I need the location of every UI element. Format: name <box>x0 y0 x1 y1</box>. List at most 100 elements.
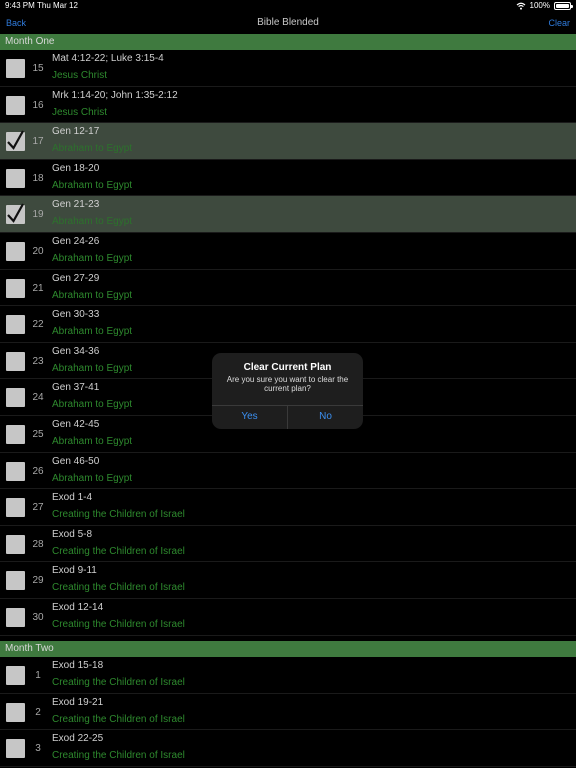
reading-row[interactable]: 22 Gen 30-33 Abraham to Egypt <box>0 306 576 343</box>
reading-reference: Gen 18-20 <box>52 162 100 174</box>
plan-section: Month One 15 Mat 4:12-22; Luke 3:15-4 Jesus… <box>0 34 576 636</box>
reading-theme: Abraham to Egypt <box>52 216 133 228</box>
reading-theme: Abraham to Egypt <box>52 179 133 191</box>
reading-row[interactable]: 18 Gen 18-20 Abraham to Egypt <box>0 160 576 197</box>
day-checkbox[interactable] <box>6 241 25 261</box>
reading-reference: Gen 34-36 <box>52 345 100 357</box>
reading-theme: Jesus Christ <box>52 106 108 118</box>
reading-row[interactable]: 16 Mrk 1:14-20; John 1:35-2:12 Jesus Chris… <box>0 87 576 124</box>
battery-icon <box>554 1 573 10</box>
day-checkbox[interactable] <box>6 702 25 722</box>
day-number: 29 <box>32 575 44 587</box>
section-header: Month One <box>0 34 576 50</box>
day-checkbox[interactable] <box>6 666 25 685</box>
day-checkbox[interactable] <box>6 351 25 371</box>
day-number: 26 <box>32 465 44 477</box>
reading-theme: Abraham to Egypt <box>52 472 133 484</box>
day-number: 22 <box>32 319 44 331</box>
day-number: 25 <box>32 428 44 440</box>
reading-row[interactable]: 29 Exod 9-11 Creating the Children of Isra… <box>0 562 576 599</box>
reading-theme: Abraham to Egypt <box>52 326 133 338</box>
reading-reference: Mrk 1:14-20; John 1:35-2:12 <box>52 89 178 101</box>
day-checkbox[interactable] <box>6 739 25 759</box>
day-checkbox[interactable] <box>6 278 25 298</box>
reading-reference: Exod 22-25 <box>52 733 104 745</box>
day-checkbox[interactable] <box>6 571 25 591</box>
reading-row[interactable]: 30 Exod 12-14 Creating the Children of Isr… <box>0 599 576 636</box>
clear-button[interactable]: Clear <box>548 18 570 28</box>
reading-theme: Jesus Christ <box>52 70 108 81</box>
reading-reference: Exod 1-4 <box>52 492 93 504</box>
day-number: 19 <box>32 209 44 221</box>
yes-button[interactable]: Yes <box>212 405 287 429</box>
reading-reference: Exod 19-21 <box>52 696 104 708</box>
clear-plan-dialog: Clear Current Plan Are you sure you want… <box>212 353 363 429</box>
reading-row[interactable]: 2 Exod 19-21 Creating the Children of Isra… <box>0 694 576 731</box>
day-checkbox[interactable] <box>6 534 25 554</box>
dialog-title: Clear Current Plan <box>243 362 332 373</box>
battery-percent: 100% <box>529 1 550 10</box>
reading-row[interactable]: 1 Exod 15-18 Creating the Children of Isra… <box>0 657 576 694</box>
reading-reference: Exod 15-18 <box>52 660 104 671</box>
day-number: 2 <box>35 706 41 718</box>
plan-section: Month Two 1 Exod 15-18 Creating the Childre… <box>0 641 576 767</box>
day-number: 30 <box>32 611 44 623</box>
dialog-message: Are you sure you want to clear the curre… <box>226 375 349 393</box>
nav-bar: Back Bible Blended Clear <box>0 12 576 34</box>
section-header: Month Two <box>0 641 576 657</box>
status-date: Thu Mar 12 <box>37 1 78 10</box>
day-checkbox[interactable] <box>6 388 25 408</box>
reading-row[interactable]: 28 Exod 5-8 Creating the Children of Israe… <box>0 526 576 563</box>
reading-theme: Creating the Children of Israel <box>52 618 185 630</box>
checkmark-icon <box>7 130 24 151</box>
reading-theme: Abraham to Egypt <box>52 399 133 411</box>
reading-theme: Abraham to Egypt <box>52 143 133 155</box>
day-checkbox[interactable] <box>6 498 25 518</box>
reading-theme: Abraham to Egypt <box>52 252 133 264</box>
reading-row[interactable]: 26 Gen 46-50 Abraham to Egypt <box>0 453 576 490</box>
day-checkbox[interactable] <box>6 59 25 78</box>
reading-row[interactable]: 20 Gen 24-26 Abraham to Egypt <box>0 233 576 270</box>
reading-reference: Gen 37-41 <box>52 382 100 394</box>
day-checkbox[interactable] <box>6 607 25 627</box>
day-checkbox[interactable] <box>6 424 25 444</box>
day-number: 15 <box>32 63 44 74</box>
day-checkbox[interactable] <box>6 461 25 481</box>
reading-row[interactable]: 27 Exod 1-4 Creating the Children of Israe… <box>0 489 576 526</box>
reading-theme: Abraham to Egypt <box>52 435 133 447</box>
reading-reference: Gen 42-45 <box>52 418 100 430</box>
reading-reference: Gen 46-50 <box>52 455 100 467</box>
no-button[interactable]: No <box>288 405 363 429</box>
reading-reference: Gen 27-29 <box>52 272 100 284</box>
reading-reference: Exod 12-14 <box>52 601 104 613</box>
reading-theme: Creating the Children of Israel <box>52 582 185 594</box>
reading-row[interactable]: 15 Mat 4:12-22; Luke 3:15-4 Jesus Christ <box>0 50 576 87</box>
day-number: 27 <box>32 502 44 514</box>
reading-theme: Creating the Children of Israel <box>52 545 185 557</box>
reading-theme: Creating the Children of Israel <box>52 509 185 521</box>
day-number: 18 <box>32 172 44 184</box>
reading-reference: Gen 21-23 <box>52 199 100 211</box>
reading-row[interactable]: 19 Gen 21-23 Abraham to Egypt <box>0 196 576 233</box>
day-checkbox[interactable] <box>6 95 25 115</box>
reading-theme: Abraham to Egypt <box>52 289 133 301</box>
day-number: 16 <box>32 99 44 111</box>
reading-row[interactable]: 21 Gen 27-29 Abraham to Egypt <box>0 270 576 307</box>
wifi-icon <box>516 2 525 10</box>
day-checkbox[interactable] <box>6 203 25 225</box>
day-number: 3 <box>35 743 41 755</box>
day-number: 1 <box>35 670 41 681</box>
reading-reference: Gen 12-17 <box>52 126 100 138</box>
day-checkbox[interactable] <box>6 168 25 188</box>
reading-theme: Abraham to Egypt <box>52 362 133 374</box>
reading-reference: Exod 9-11 <box>52 565 97 577</box>
day-checkbox[interactable] <box>6 315 25 335</box>
reading-row[interactable]: 17 Gen 12-17 Abraham to Egypt <box>0 123 576 160</box>
reading-theme: Creating the Children of Israel <box>52 750 185 762</box>
day-number: 24 <box>32 392 44 404</box>
status-time: 9:43 PM <box>5 1 35 10</box>
day-number: 21 <box>32 282 44 294</box>
day-checkbox[interactable] <box>6 130 25 152</box>
reading-row[interactable]: 3 Exod 22-25 Creating the Children of Isra… <box>0 730 576 767</box>
reading-reference: Mat 4:12-22; Luke 3:15-4 <box>52 53 164 64</box>
